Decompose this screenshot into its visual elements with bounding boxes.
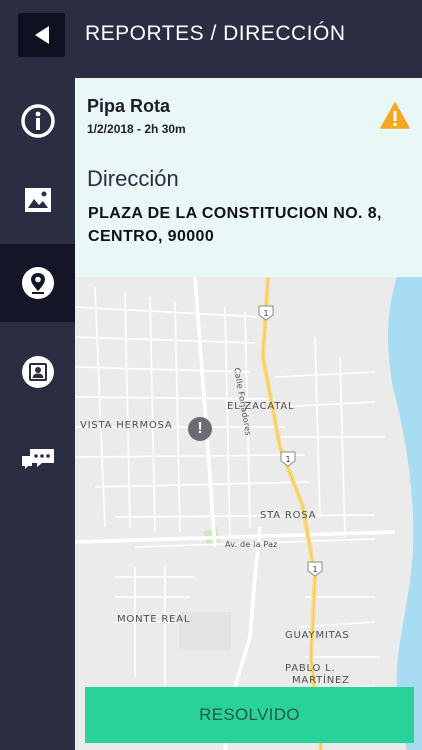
page-title: REPORTES / DIRECCIÓN — [85, 22, 346, 45]
top-bar: REPORTES / DIRECCIÓN — [0, 0, 422, 78]
address-section-label: Dirección — [87, 166, 179, 191]
map-canvas: 1 1 1 — [75, 277, 422, 750]
highway-shield-label: 1 — [263, 309, 268, 318]
warning-icon — [380, 102, 410, 129]
info-icon — [20, 104, 55, 138]
report-name: Pipa Rota — [87, 96, 171, 116]
back-arrow-icon — [34, 26, 49, 44]
map-label-pablo: PABLO L. — [285, 663, 336, 674]
map-label-guaymitas: GUAYMITAS — [285, 630, 350, 641]
back-button[interactable] — [18, 13, 65, 57]
sidebar-item-image[interactable] — [0, 161, 75, 239]
map-label-paz: Av. de la Paz — [225, 540, 278, 549]
sidebar-item-location[interactable] — [0, 244, 75, 322]
map-label-vista: VISTA HERMOSA — [80, 420, 173, 431]
contact-card-icon — [21, 356, 54, 388]
address-text: PLAZA DE LA CONSTITUCION NO. 8, CENTRO, … — [88, 205, 382, 245]
sidebar-item-contact[interactable] — [0, 333, 75, 411]
report-date: 1/2/2018 - 2h 30m — [87, 122, 186, 136]
map-label-monte: MONTE REAL — [117, 614, 191, 625]
highway-shield-label: 1 — [285, 455, 290, 464]
map-label-martinez: MARTÍNEZ — [292, 675, 350, 686]
map-label-starosa: STA ROSA — [260, 510, 317, 521]
sidebar-item-chat[interactable] — [0, 421, 75, 499]
sidebar — [0, 78, 75, 750]
highway-shield-label: 1 — [312, 565, 317, 574]
resolve-button[interactable]: RESOLVIDO — [85, 687, 414, 743]
map-label-zacatal: EL ZACATAL — [227, 401, 295, 412]
location-pin-icon — [21, 267, 54, 299]
report-info-panel: Pipa Rota 1/2/2018 - 2h 30m Dirección PL… — [75, 78, 422, 277]
chat-icon — [21, 449, 54, 469]
report-location-marker[interactable]: ! — [188, 417, 212, 441]
image-icon — [24, 188, 51, 212]
map-view[interactable]: 1 1 1 Calle Forjadores EL ZACATAL VISTA … — [75, 277, 422, 750]
sidebar-item-info[interactable] — [0, 82, 75, 160]
